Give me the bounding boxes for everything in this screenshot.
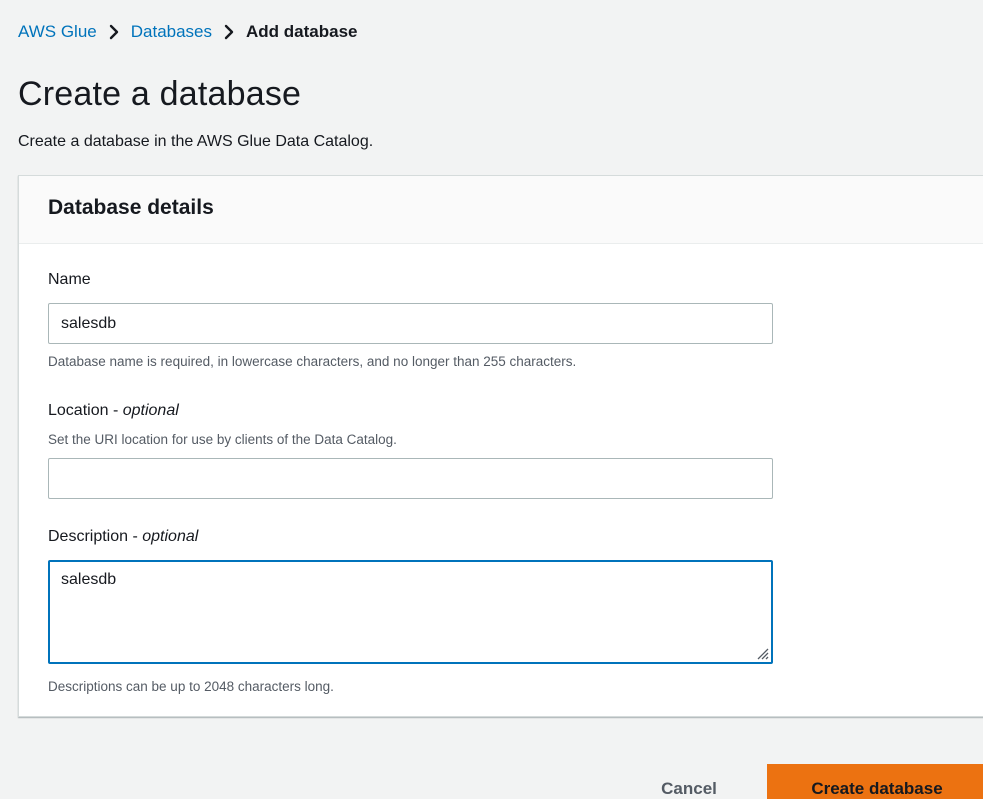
chevron-right-icon [97, 24, 131, 40]
panel-title: Database details [19, 176, 983, 244]
location-optional-text: optional [122, 402, 179, 419]
breadcrumb-current: Add database [246, 22, 358, 41]
name-label: Name [48, 271, 91, 288]
chevron-right-icon [212, 24, 246, 40]
create-database-button[interactable]: Create database [767, 764, 983, 799]
location-label: Location - optional [48, 402, 179, 420]
description-textarea[interactable]: salesdb [48, 560, 773, 664]
breadcrumb-item-databases[interactable]: Databases [131, 22, 212, 42]
location-input[interactable] [48, 458, 773, 499]
database-details-panel: Database details Name Database name is r… [18, 175, 983, 717]
description-optional-text: optional [142, 528, 199, 545]
page-title: Create a database [18, 75, 302, 113]
create-database-page: AWS Glue Databases Add database Create a… [0, 0, 983, 799]
description-constraint-text: Descriptions can be up to 2048 character… [48, 679, 334, 694]
cancel-button[interactable]: Cancel [634, 764, 744, 799]
breadcrumb: AWS Glue Databases Add database [18, 22, 358, 42]
name-input[interactable] [48, 303, 773, 344]
description-label: Description - optional [48, 528, 198, 546]
name-constraint-text: Database name is required, in lowercase … [48, 354, 577, 369]
breadcrumb-item-aws-glue[interactable]: AWS Glue [18, 22, 97, 42]
location-label-text: Location - [48, 402, 123, 419]
resize-handle-icon[interactable] [755, 646, 769, 660]
description-label-text: Description - [48, 528, 143, 545]
location-description-text: Set the URI location for use by clients … [48, 432, 397, 447]
page-subtitle: Create a database in the AWS Glue Data C… [18, 133, 374, 150]
